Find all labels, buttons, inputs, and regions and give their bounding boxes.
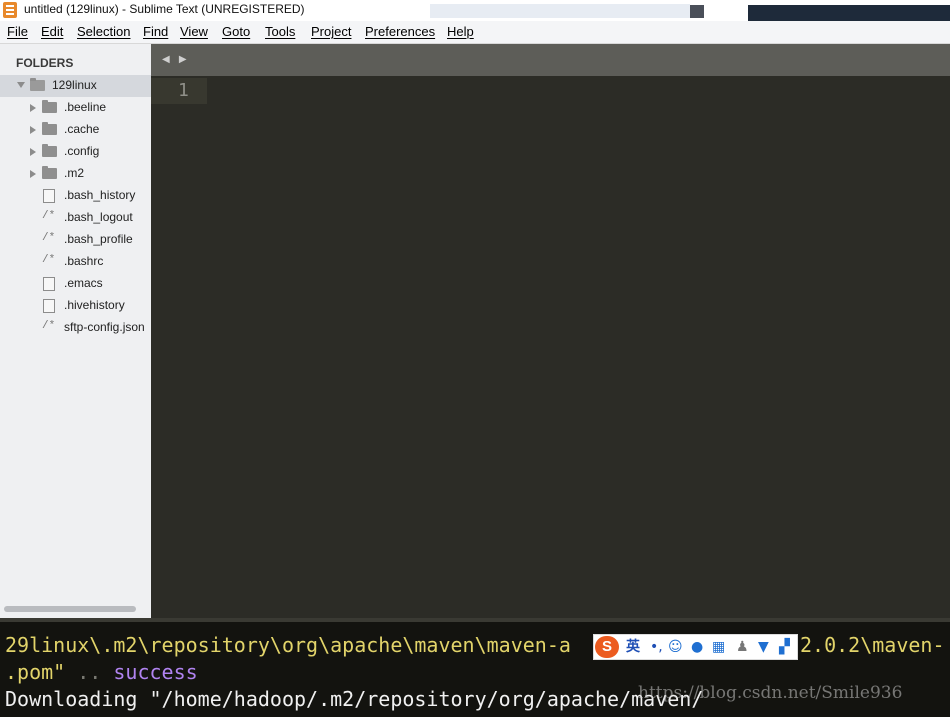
folder-icon xyxy=(42,122,57,135)
open-folder-icon xyxy=(30,78,45,91)
sublime-app-icon xyxy=(3,2,17,18)
tree-item-label: .bash_history xyxy=(64,188,136,202)
title-bar: untitled (129linux) - Sublime Text (UNRE… xyxy=(0,0,950,21)
terminal-line: .pom" .. success xyxy=(5,659,198,685)
tree-item-m2[interactable]: .m2 xyxy=(0,163,151,185)
sogou-logo-icon[interactable]: S xyxy=(595,636,619,658)
tree-root-folder[interactable]: 129linux xyxy=(0,75,151,97)
file-icon xyxy=(43,277,55,291)
comment-file-icon: /* xyxy=(42,254,56,266)
tree-item-bashrc[interactable]: /* .bashrc xyxy=(0,251,151,273)
menu-preferences[interactable]: Preferences xyxy=(365,24,435,40)
menu-selection[interactable]: Selection xyxy=(77,24,130,40)
tree-item-bash-history[interactable]: .bash_history xyxy=(0,185,151,207)
tree-item-label: .bash_profile xyxy=(64,232,133,246)
terminal-line: Downloading "/home/hadoop/.m2/repository… xyxy=(5,686,703,712)
folder-icon xyxy=(42,144,57,157)
tab-bar: ◀ ▶ xyxy=(151,44,950,76)
tree-item-beeline[interactable]: .beeline xyxy=(0,97,151,119)
watermark: https://blog.csdn.net/Smile936 xyxy=(638,683,903,703)
user-icon[interactable]: ♟ xyxy=(736,638,749,656)
chevron-right-icon[interactable] xyxy=(30,148,36,156)
ime-lang-toggle[interactable]: 英 xyxy=(626,638,640,656)
tree-item-label: .bashrc xyxy=(64,254,104,268)
keyboard-icon[interactable]: ▦ xyxy=(712,638,725,656)
tree-item-label: .m2 xyxy=(64,166,85,180)
terminal-status: success xyxy=(113,660,198,684)
tree-item-label: sftp-config.json xyxy=(64,320,145,334)
background-window-strip xyxy=(748,5,950,21)
chevron-down-icon[interactable] xyxy=(17,82,25,88)
comment-file-icon: /* xyxy=(42,232,56,244)
punctuation-icon[interactable]: •, xyxy=(650,638,663,656)
terminal-text: 29linux\.m2\repository\org\apache\maven\… xyxy=(5,633,571,657)
tree-item-label: .config xyxy=(64,144,100,158)
terminal-text: .. xyxy=(65,660,114,684)
menu-edit[interactable]: Edit xyxy=(41,24,63,40)
tree-item-label: .emacs xyxy=(64,276,103,290)
file-icon xyxy=(43,189,55,203)
terminal-text: 2.0.2\maven- xyxy=(800,633,945,657)
skin-shirt-icon[interactable]: ▼ xyxy=(758,638,769,656)
menu-help[interactable]: Help xyxy=(447,24,474,40)
tree-item-bash-logout[interactable]: /* .bash_logout xyxy=(0,207,151,229)
tree-item-label: .bash_logout xyxy=(64,210,133,224)
ime-toolbar: S 英 •, ☺ ● ▦ ♟ ▼ ▞ xyxy=(593,634,798,660)
menu-bar: File Edit Selection Find View Goto Tools… xyxy=(0,21,950,44)
folders-header: FOLDERS xyxy=(16,56,74,70)
toolbox-grid-icon[interactable]: ▞ xyxy=(779,638,790,656)
sidebar: FOLDERS 129linux .beeline .cache .config… xyxy=(0,44,151,618)
comment-file-icon: /* xyxy=(42,320,56,332)
tree-item-emacs[interactable]: .emacs xyxy=(0,273,151,295)
file-icon xyxy=(43,299,55,313)
sidebar-scrollbar[interactable] xyxy=(4,606,136,612)
menu-file[interactable]: File xyxy=(7,24,28,40)
terminal-line: 2.0.2\maven- xyxy=(800,632,945,658)
comment-file-icon: /* xyxy=(42,210,56,222)
tab-nav-arrows-icon[interactable]: ◀ ▶ xyxy=(162,54,190,65)
tree-item-sftp-config[interactable]: /* sftp-config.json xyxy=(0,317,151,339)
tree-item-label: .hivehistory xyxy=(64,298,125,312)
tree-item-hivehistory[interactable]: .hivehistory xyxy=(0,295,151,317)
chevron-right-icon[interactable] xyxy=(30,126,36,134)
chevron-right-icon[interactable] xyxy=(30,170,36,178)
window-title: untitled (129linux) - Sublime Text (UNRE… xyxy=(24,2,305,16)
menu-goto[interactable]: Goto xyxy=(222,24,250,40)
tree-item-config[interactable]: .config xyxy=(0,141,151,163)
line-number: 1 xyxy=(178,80,189,101)
tree-item-bash-profile[interactable]: /* .bash_profile xyxy=(0,229,151,251)
folder-icon xyxy=(42,100,57,113)
tree-item-label: .beeline xyxy=(64,100,107,114)
tree-item-label: .cache xyxy=(64,122,100,136)
chevron-right-icon[interactable] xyxy=(30,104,36,112)
menu-view[interactable]: View xyxy=(180,24,208,40)
background-window-strip xyxy=(690,5,704,18)
menu-find[interactable]: Find xyxy=(143,24,168,40)
menu-project[interactable]: Project xyxy=(311,24,351,40)
tree-root-label: 129linux xyxy=(52,78,97,92)
background-window-strip xyxy=(430,4,690,18)
terminal-text: Downloading "/home/hadoop/.m2/repository… xyxy=(5,687,704,711)
emoji-icon[interactable]: ☺ xyxy=(668,638,683,656)
terminal-line: 29linux\.m2\repository\org\apache\maven\… xyxy=(5,632,571,658)
folder-icon xyxy=(42,166,57,179)
editor-area[interactable]: 1 xyxy=(151,76,950,618)
microphone-icon[interactable]: ● xyxy=(691,638,703,656)
tree-item-cache[interactable]: .cache xyxy=(0,119,151,141)
terminal-text: .pom" xyxy=(5,660,66,684)
menu-tools[interactable]: Tools xyxy=(265,24,295,40)
